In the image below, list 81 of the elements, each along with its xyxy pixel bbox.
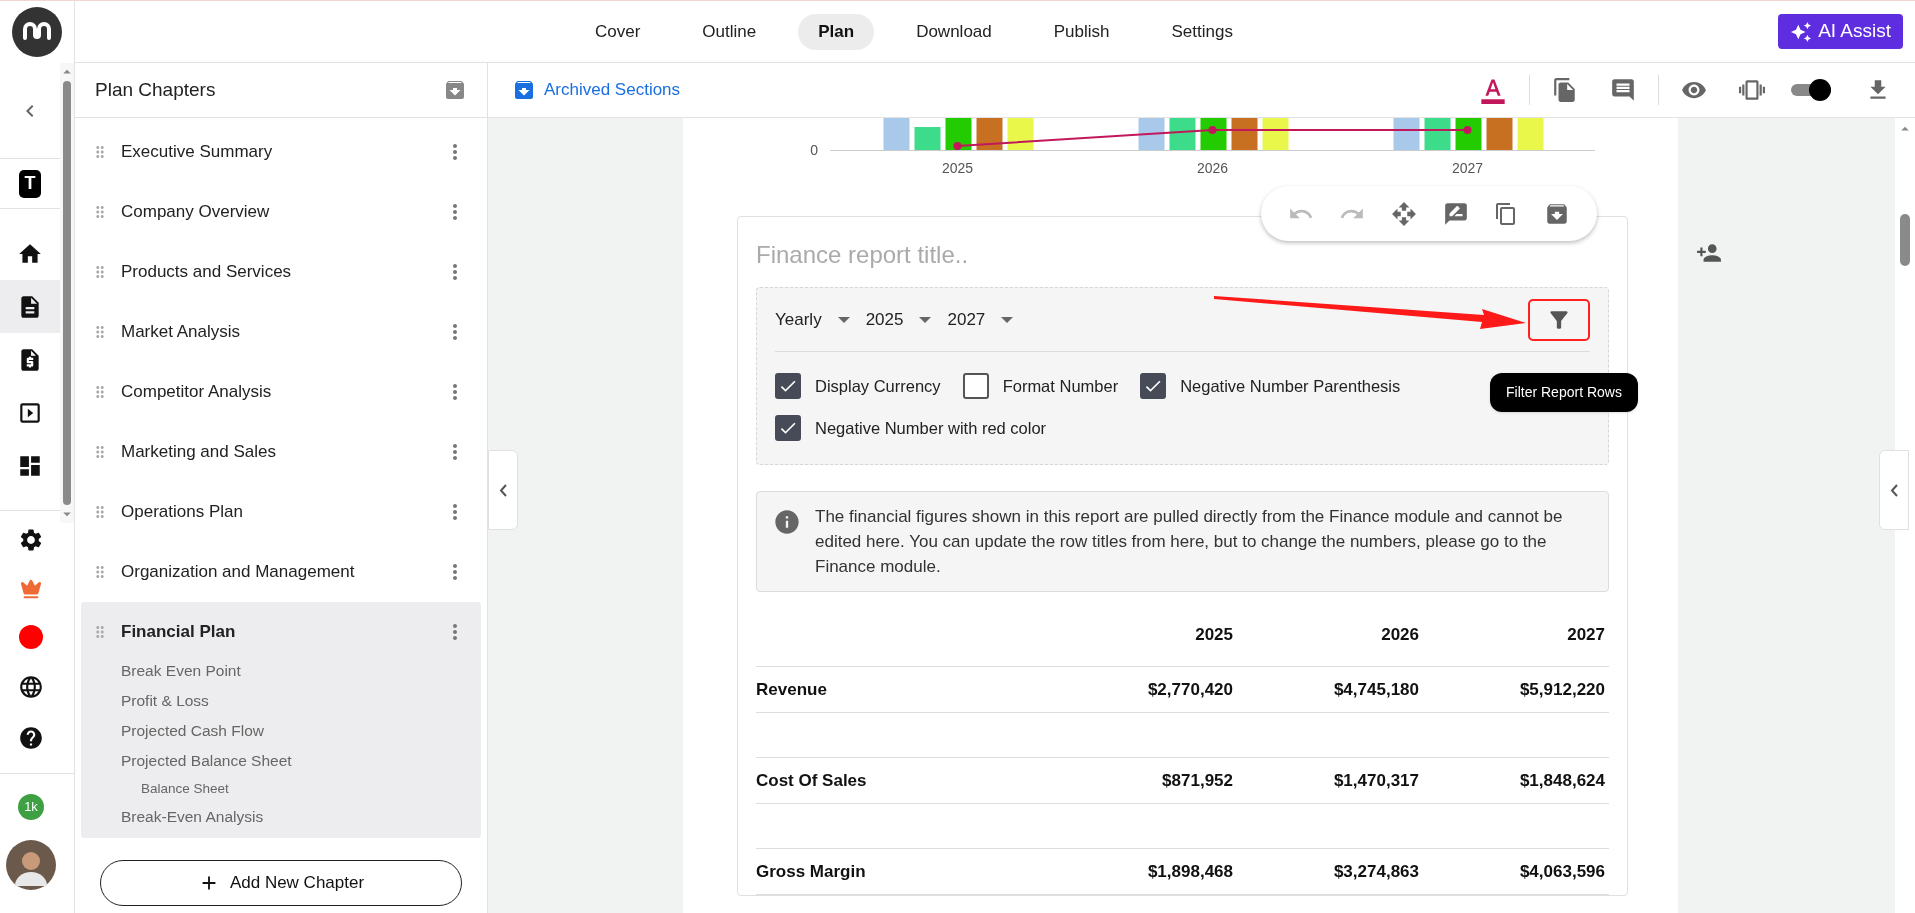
chapter-item[interactable]: Marketing and Sales — [81, 422, 481, 482]
crown-icon[interactable] — [20, 578, 42, 600]
chapter-item[interactable]: Competitor Analysis — [81, 362, 481, 422]
checkbox[interactable] — [775, 373, 801, 399]
info-text: The financial figures shown in this report are pulled directly from the Finance module and cannot be edited here. You can update the row titles from here, but to change the numbers, please go to the Finance module. — [815, 506, 1564, 578]
comment-icon[interactable] — [1610, 77, 1636, 103]
sparkle-icon — [1790, 20, 1813, 43]
chapter-item[interactable]: Organization and Management — [81, 542, 481, 602]
nav-tab[interactable]: Cover — [575, 13, 661, 50]
logo-icon[interactable] — [12, 7, 62, 57]
record-icon[interactable] — [19, 625, 43, 649]
help-icon[interactable] — [18, 725, 44, 751]
period-select[interactable]: 2025 — [865, 306, 932, 333]
subsection-item[interactable]: Projected Cash Flow — [121, 716, 481, 746]
axis-category-label: 2027 — [1451, 159, 1484, 178]
caret-icon — [1001, 316, 1014, 323]
move-icon[interactable] — [1391, 200, 1418, 227]
table-cell-text: $1,848,624 — [1519, 769, 1605, 792]
nav-tab[interactable]: Settings — [1151, 13, 1253, 50]
checkbox[interactable] — [962, 373, 989, 399]
filter-button[interactable] — [1528, 298, 1590, 341]
axis-category-label: 2025 — [941, 159, 974, 178]
row-title[interactable]: Revenue — [756, 679, 827, 699]
period-select[interactable]: Yearly — [775, 306, 850, 333]
preview-toggle[interactable] — [1791, 78, 1831, 102]
caret-icon — [919, 316, 932, 323]
subsection-item[interactable]: Profit & Loss — [121, 686, 481, 716]
row-title[interactable]: Cost Of Sales — [756, 770, 867, 790]
column-header: 2025 — [1195, 624, 1233, 647]
table-cell-text: $2,770,420 — [1147, 678, 1233, 701]
subsection-item[interactable]: Balance Sheet — [121, 776, 481, 802]
table-cell-text: $4,063,596 — [1519, 860, 1605, 883]
table-cell-text: $5,912,220 — [1519, 678, 1605, 701]
info-icon — [773, 508, 801, 536]
axis-category-label: 2026 — [1196, 159, 1229, 178]
chapter-item[interactable]: Market Analysis — [81, 302, 481, 362]
globe-icon[interactable] — [18, 674, 44, 700]
archive-icon[interactable] — [443, 78, 467, 102]
rail-item[interactable] — [0, 280, 60, 333]
nav-tab[interactable]: Publish — [1033, 13, 1130, 50]
settings-icon[interactable] — [18, 527, 44, 553]
archive-icon — [512, 78, 536, 102]
nav-tab[interactable]: Download — [896, 13, 1012, 50]
subsection-item[interactable]: Break-Even Analysis — [121, 802, 481, 832]
option-checkbox[interactable]: Negative Number Parenthesis — [1140, 372, 1401, 400]
checkbox[interactable] — [1140, 373, 1167, 399]
nav-tab[interactable]: Plan — [798, 13, 875, 50]
table-cell-text: $4,745,180 — [1333, 678, 1419, 701]
chevron-left-icon — [499, 483, 507, 497]
scrollbar-thumb[interactable] — [1900, 214, 1910, 266]
archived-sections-link[interactable]: Archived Sections — [512, 77, 681, 103]
subsection-item[interactable]: Projected Balance Sheet — [121, 746, 481, 776]
option-checkbox[interactable]: Format Number — [962, 372, 1119, 400]
table-cell-text: $871,952 — [1162, 769, 1233, 792]
column-header: 2027 — [1567, 624, 1605, 647]
chapter-item[interactable]: Executive Summary — [81, 122, 481, 182]
option-checkbox[interactable]: Display Currency — [775, 372, 941, 400]
option-checkbox[interactable]: Negative Number with red color — [775, 414, 1047, 442]
ai-assist-button[interactable]: AI Assist — [1778, 14, 1903, 49]
period-select[interactable]: 2027 — [947, 306, 1014, 333]
table-cell-text: $1,470,317 — [1333, 769, 1419, 792]
column-header: 2026 — [1381, 624, 1419, 647]
document-icon[interactable] — [1552, 77, 1578, 103]
chapter-item[interactable]: Company Overview — [81, 182, 481, 242]
chapter-item[interactable]: Operations Plan — [81, 482, 481, 542]
tooltip: Filter Report Rows — [1490, 373, 1638, 412]
device-icon[interactable] — [1739, 77, 1765, 103]
caret-icon — [837, 316, 850, 323]
table-cell-text: $1,898,468 — [1147, 860, 1233, 883]
checkbox[interactable] — [775, 415, 801, 441]
row-title[interactable]: Gross Margin — [756, 861, 866, 881]
chapter-item[interactable]: Products and Services — [81, 242, 481, 302]
workspace-badge[interactable]: T — [19, 169, 41, 198]
report-title-field[interactable]: Finance report title.. — [756, 237, 1609, 273]
nav-tab[interactable]: Outline — [682, 13, 777, 50]
table-cell-text: $3,274,863 — [1333, 860, 1419, 883]
scrollbar-thumb[interactable] — [63, 81, 71, 505]
chevron-left-icon — [1890, 483, 1898, 497]
axis-tick-label: 0 — [810, 141, 818, 158]
avatar[interactable] — [6, 840, 56, 890]
sidebar-title: Plan Chapters — [95, 77, 216, 102]
